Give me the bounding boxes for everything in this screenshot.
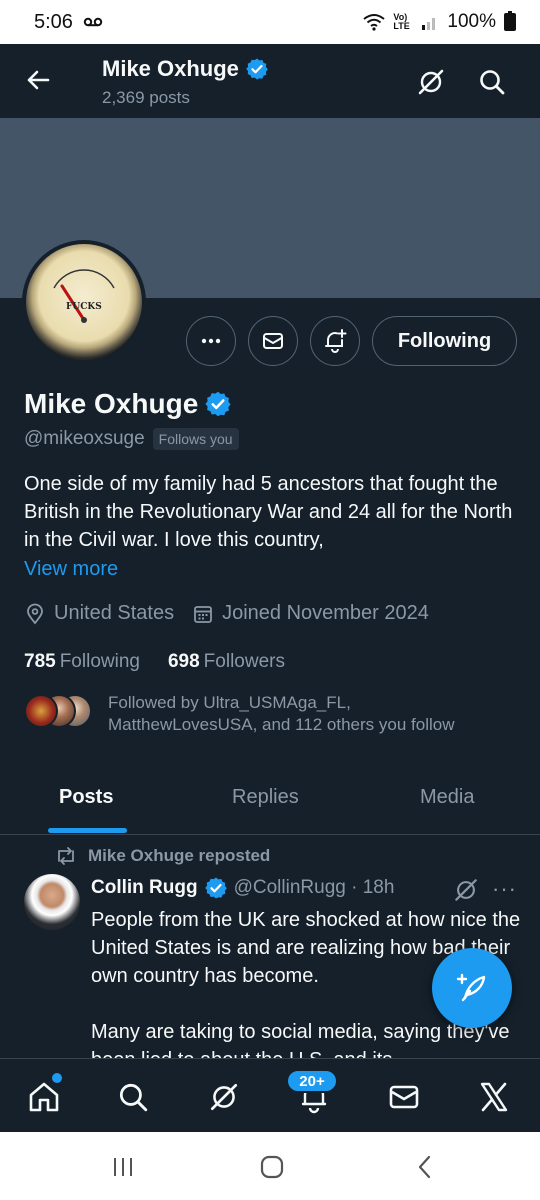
following-button[interactable]: Following [372, 316, 517, 366]
verified-badge-icon [204, 877, 227, 899]
nav-search[interactable] [113, 1077, 153, 1117]
handle-row: @mikeoxsuge Follows you [24, 428, 239, 450]
calendar-icon [194, 605, 212, 623]
mutual-avatar [24, 694, 58, 728]
home-icon [29, 1082, 59, 1112]
nav-x[interactable] [474, 1077, 514, 1117]
tab-replies[interactable]: Replies [232, 786, 299, 809]
grok-button[interactable] [415, 66, 447, 98]
followed-by-row[interactable]: Followed by Ultra_USMAga_FL, MatthewLove… [24, 692, 455, 736]
followers-label: Followers [203, 651, 285, 672]
repost-icon [58, 847, 74, 865]
more-options-button[interactable] [186, 316, 236, 366]
status-time: 5:06 [34, 10, 73, 33]
avatar-gauge-text: FUCKS [66, 302, 102, 312]
feather-plus-icon [456, 973, 486, 1002]
active-tab-indicator [48, 828, 127, 833]
bottom-navigation: 20+ [0, 1058, 540, 1132]
follow-counts: 785 Following 698 Followers [24, 651, 285, 673]
avatar-gauge-image: FUCKS [26, 244, 142, 360]
battery-icon [504, 11, 516, 31]
followers-count: 698 [167, 651, 200, 672]
following-label: Following [59, 651, 140, 672]
tab-media[interactable]: Media [420, 786, 474, 809]
recent-apps-icon [114, 1158, 132, 1176]
envelope-icon [389, 1085, 419, 1109]
wifi-icon [363, 14, 386, 31]
follows-you-badge: Follows you [152, 428, 239, 450]
grok-icon [210, 1083, 238, 1111]
arrow-left-icon [27, 70, 50, 90]
nav-messages[interactable] [384, 1077, 424, 1117]
envelope-icon [263, 333, 283, 349]
back-button[interactable] [22, 64, 54, 96]
repost-indicator: Mike Oxhuge reposted [54, 846, 270, 866]
followed-by-line1: Followed by Ultra_USMAga_FL, [108, 693, 351, 712]
status-bar: 5:06 Vo) LTE 100% [0, 0, 540, 44]
search-icon [119, 1083, 148, 1112]
search-icon [480, 70, 505, 95]
profile-name: Mike Oxhuge [24, 388, 232, 420]
more-horizontal-icon [201, 338, 221, 344]
compose-post-button[interactable] [432, 948, 512, 1028]
home-system-button[interactable] [257, 1152, 287, 1182]
post-author-avatar[interactable] [24, 874, 80, 930]
header-name: Mike Oxhuge [102, 56, 239, 81]
location-pin-icon [27, 603, 43, 624]
chevron-left-icon [418, 1155, 431, 1179]
recent-apps-button[interactable] [108, 1152, 138, 1182]
nav-grok[interactable] [204, 1077, 244, 1117]
post-header: Collin Rugg @CollinRugg · 18h [91, 876, 394, 900]
post-author-name[interactable]: Collin Rugg [91, 877, 198, 899]
joined-text: Joined November 2024 [222, 602, 429, 624]
notifications-badge: 20+ [286, 1069, 338, 1093]
profile-tabs: Posts Replies Media [0, 760, 540, 835]
profile-meta: United States Joined November 2024 [24, 602, 447, 625]
bell-plus-icon [325, 329, 347, 353]
mutual-avatars [24, 694, 94, 728]
voicemail-icon [83, 17, 103, 27]
profile-avatar[interactable]: FUCKS [22, 240, 146, 364]
battery-percent: 100% [447, 11, 496, 32]
nav-home[interactable] [24, 1077, 64, 1117]
post-handle-time: @CollinRugg · 18h [233, 877, 395, 898]
view-more-link[interactable]: View more [24, 558, 118, 581]
verified-badge-icon [246, 58, 268, 80]
grok-icon [418, 69, 444, 95]
joined-item: Joined November 2024 [192, 602, 429, 625]
profile-header: Mike Oxhuge 2,369 posts [0, 44, 540, 118]
message-button[interactable] [248, 316, 298, 366]
followers-count-link[interactable]: 698 Followers [168, 651, 285, 673]
network-label: Vo) LTE [393, 12, 410, 31]
profile-handle: @mikeoxsuge [24, 428, 145, 449]
profile-name-text: Mike Oxhuge [24, 388, 199, 419]
notifications-subscribe-button[interactable] [310, 316, 360, 366]
location-text: United States [54, 602, 175, 624]
signal-icon [422, 18, 436, 30]
search-button[interactable] [476, 66, 508, 98]
repost-label: Mike Oxhuge reposted [88, 846, 271, 865]
system-navigation-bar [0, 1132, 540, 1200]
post-more-button[interactable]: ··· [492, 876, 517, 902]
following-count: 785 [24, 651, 56, 672]
profile-bio: One side of my family had 5 ancestors th… [24, 473, 513, 551]
header-title: Mike Oxhuge [102, 56, 269, 82]
followed-by-text: Followed by Ultra_USMAga_FL, MatthewLove… [108, 692, 455, 736]
following-count-link[interactable]: 785 Following [24, 651, 140, 673]
location-item: United States [24, 602, 174, 625]
verified-badge-icon [205, 391, 231, 417]
grok-icon [455, 879, 477, 901]
home-unread-dot [52, 1073, 62, 1083]
post-grok-button[interactable] [452, 876, 480, 904]
x-logo-icon [480, 1082, 508, 1112]
followed-by-line2: MatthewLovesUSA, and 112 others you foll… [108, 715, 455, 734]
tab-posts[interactable]: Posts [59, 786, 113, 809]
system-back-button[interactable] [410, 1152, 440, 1182]
posts-count: 2,369 posts [102, 88, 190, 107]
home-circle-icon [260, 1155, 284, 1179]
